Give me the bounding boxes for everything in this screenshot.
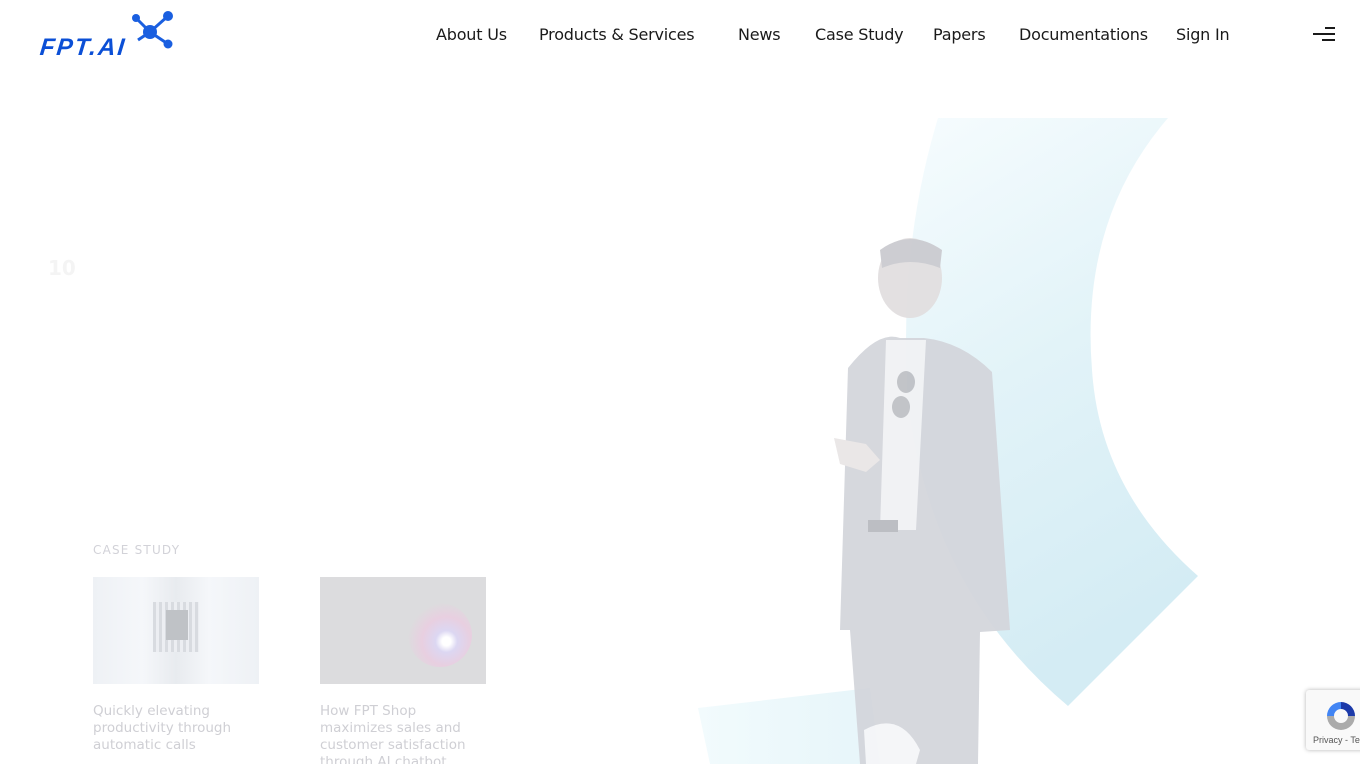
recaptcha-privacy-terms[interactable]: Privacy - Terms <box>1313 735 1360 745</box>
nav-news[interactable]: News <box>738 24 781 46</box>
faint-hero-glyph: 10 <box>48 256 76 280</box>
nav-sign-in[interactable]: Sign In <box>1176 24 1230 46</box>
menu-line <box>1322 39 1335 41</box>
thumb-detail <box>408 603 472 667</box>
case-study-card[interactable]: How FPT Shop maximizes sales and custome… <box>320 577 490 764</box>
nav-papers[interactable]: Papers <box>933 24 986 46</box>
hero-illustration <box>698 118 1198 764</box>
case-study-card[interactable]: Quickly elevating productivity through a… <box>93 577 263 754</box>
recaptcha-icon <box>1327 702 1355 730</box>
server-corridor-image[interactable] <box>93 577 259 684</box>
nav-documentations[interactable]: Documentations <box>1019 24 1148 46</box>
network-nodes-icon <box>132 11 173 49</box>
case-study-label: CASE STUDY <box>93 543 181 557</box>
recaptcha-badge[interactable]: Privacy - Terms <box>1306 690 1360 750</box>
nav-about-us[interactable]: About Us <box>436 24 507 46</box>
thumb-detail <box>166 610 188 640</box>
case-study-title[interactable]: How FPT Shop maximizes sales and custome… <box>320 703 488 764</box>
nav-products-services[interactable]: Products & Services <box>539 24 695 46</box>
logo-wordmark: FPT.AI <box>38 34 128 61</box>
menu-line <box>1313 33 1335 35</box>
case-study-title[interactable]: Quickly elevating productivity through a… <box>93 703 261 754</box>
fpt-ai-logo[interactable]: FPT.AI <box>38 10 176 62</box>
plasma-ball-image[interactable] <box>320 577 486 684</box>
nav-case-study[interactable]: Case Study <box>815 24 904 46</box>
hamburger-menu-icon[interactable] <box>1312 26 1338 44</box>
floor-shape <box>698 688 880 764</box>
site-header: FPT.AI About Us Products & Services News… <box>0 0 1360 70</box>
menu-line <box>1325 27 1335 29</box>
